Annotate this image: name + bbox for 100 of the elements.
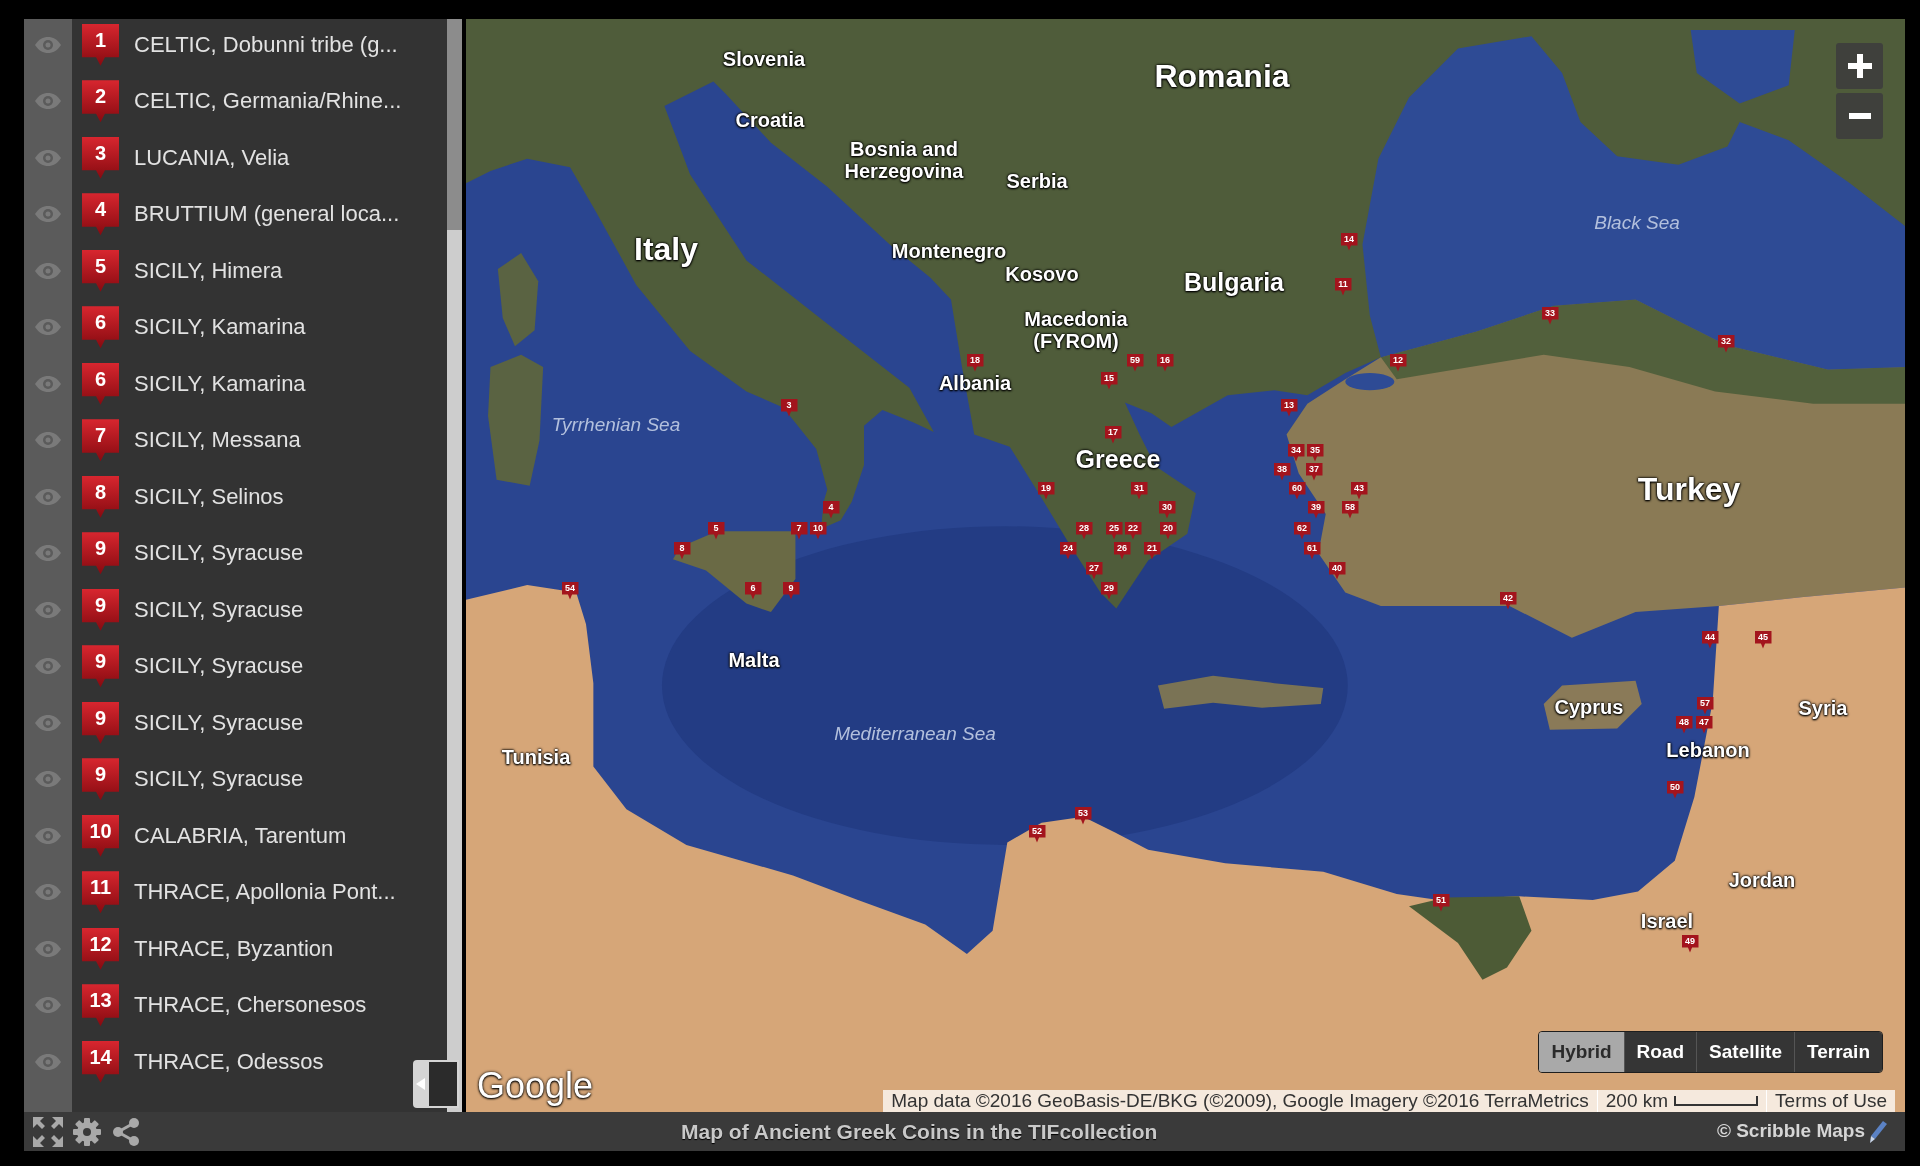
map-type-tab[interactable]: Road [1623,1032,1697,1072]
country-label: Macedonia (FYROM) [1023,308,1129,352]
layer-label[interactable]: CALABRIA, Tarentum [134,822,347,849]
marker-badge: 9 [82,532,119,575]
terms-link[interactable]: Terms of Use [1767,1090,1895,1112]
marker-badge: 2 [82,80,119,123]
layer-label[interactable]: SICILY, Syracuse [134,596,304,623]
layer-label[interactable]: LUCANIA, Velia [134,144,290,171]
marker-badge: 4 [82,193,119,236]
sea-label: Tyrrhenian Sea [551,414,681,434]
marker-badge: 10 [82,814,119,857]
triangle-left-icon [415,1078,425,1090]
layer-label[interactable]: SICILY, Syracuse [134,653,304,680]
country-label: Serbia [1006,170,1068,192]
layer-label[interactable]: THRACE, Apollonia Pont... [134,879,396,906]
settings-icon[interactable] [73,1117,101,1146]
plus-icon [1847,54,1872,78]
sea-label: Mediterranean Sea [834,723,996,743]
layer-label[interactable]: SICILY, Kamarina [134,370,306,397]
provider-logo: Google [477,1068,594,1104]
layer-label[interactable]: SICILY, Selinos [134,483,284,510]
collapse-panel-button[interactable] [413,1060,459,1108]
eye-icon[interactable] [35,714,61,731]
eye-icon[interactable] [35,1053,61,1070]
country-label: Cyprus [1554,696,1624,718]
layer-label[interactable]: THRACE, Odessos [134,1048,324,1075]
eye-icon[interactable] [35,149,61,166]
eye-icon[interactable] [35,884,61,901]
marker-badge: 8 [82,475,119,518]
country-label: Italy [634,233,698,265]
layer-label[interactable]: CELTIC, Germania/Rhine... [134,88,402,115]
marker-badge: 5 [82,249,119,292]
map-type-tab[interactable]: Terrain [1794,1032,1882,1072]
country-label: Slovenia [722,48,806,70]
layer-label[interactable]: SICILY, Kamarina [134,314,306,341]
layer-label[interactable]: BRUTTIUM (general loca... [134,201,400,228]
marker-badge: 6 [82,362,119,405]
country-label: Montenegro [891,240,1007,262]
marker-badge: 6 [82,306,119,349]
country-label: Turkey [1637,473,1741,505]
eye-icon[interactable] [35,997,61,1014]
country-label: Kosovo [1005,263,1079,285]
marker-badge: 14 [82,1040,119,1083]
map-type-tab[interactable]: Hybrid [1539,1032,1624,1072]
marker-badge: 11 [82,871,119,914]
eye-icon[interactable] [35,93,61,110]
layer-label[interactable]: SICILY, Syracuse [134,540,304,567]
scrollbar-thumb[interactable] [447,19,462,230]
marker-badge: 9 [82,701,119,744]
marker-badge: 9 [82,588,119,631]
layer-label[interactable]: SICILY, Messana [134,427,301,454]
country-label: Albania [938,372,1012,394]
layer-label[interactable]: SICILY, Syracuse [134,709,304,736]
share-icon[interactable] [111,1116,141,1147]
layer-label[interactable]: THRACE, Byzantion [134,935,334,962]
eye-icon[interactable] [35,545,61,562]
attribution-text: Map data ©2016 GeoBasis-DE/BKG (©2009), Google Imagery ©2016 TerraMetrics [890,1090,1590,1112]
country-label: Bulgaria [1184,269,1284,295]
marker-badge: 9 [82,645,119,688]
fullscreen-icon[interactable] [33,1116,63,1147]
layer-label[interactable]: THRACE, Chersonesos [134,992,367,1019]
country-label: Jordan [1728,869,1796,891]
country-label: Greece [1075,446,1161,472]
eye-icon[interactable] [35,36,61,53]
country-label: Bosnia and Herzegovina [843,138,965,182]
layer-label[interactable]: SICILY, Syracuse [134,766,304,793]
eye-icon[interactable] [35,262,61,279]
layer-label[interactable]: SICILY, Himera [134,257,283,284]
map-type-tab[interactable]: Satellite [1696,1032,1794,1072]
eye-icon[interactable] [35,319,61,336]
scale-bar-icon [1674,1096,1759,1106]
zoom-out-button[interactable] [1836,93,1883,139]
marker-badge: 13 [82,984,119,1027]
scale-label: 200 km [1604,1090,1669,1112]
country-label: Israel [1640,910,1694,932]
marker-badge: 12 [82,927,119,970]
eye-icon[interactable] [35,771,61,788]
eye-icon[interactable] [35,601,61,618]
map-title: Map of Ancient Greek Coins in the TIFcollection [681,1118,1158,1145]
eye-icon[interactable] [35,432,61,449]
country-label: Romania [1154,60,1290,92]
zoom-in-button[interactable] [1836,43,1883,89]
marker-badge: 9 [82,758,119,801]
country-label: Syria [1798,697,1848,719]
country-label: Tunisia [501,746,571,768]
eye-icon[interactable] [35,940,61,957]
eye-icon[interactable] [35,827,61,844]
country-label: Malta [728,649,780,671]
eye-icon[interactable] [35,375,61,392]
eye-icon[interactable] [35,658,61,675]
credit-link[interactable]: © Scribble Maps [1716,1117,1865,1146]
marker-badge: 1 [82,23,119,66]
marker-badge: 3 [82,136,119,179]
layer-label[interactable]: CELTIC, Dobunni tribe (g... [134,31,398,58]
country-label: Croatia [735,109,805,131]
pen-icon [1869,1120,1887,1143]
sea-label: Black Sea [1594,212,1680,232]
eye-icon[interactable] [35,206,61,223]
eye-icon[interactable] [35,488,61,505]
minus-icon [1848,113,1871,119]
